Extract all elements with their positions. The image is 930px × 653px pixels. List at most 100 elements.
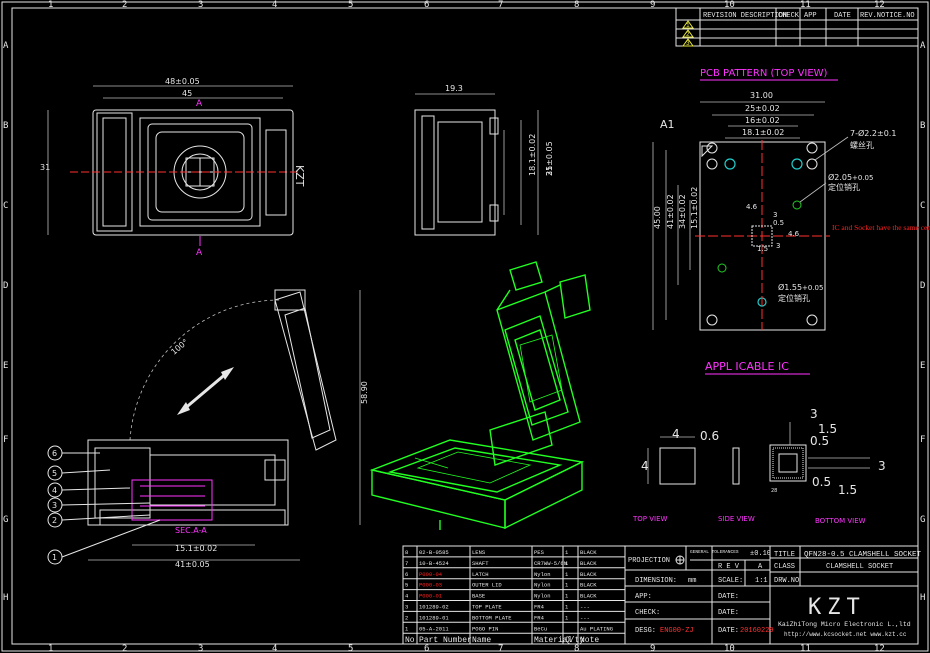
balloon-6: 6 [52, 449, 57, 458]
bom-cell-name: POGO PIN [472, 625, 498, 632]
bom-header: Name [472, 636, 491, 645]
tb-scale-value: 1:1 [755, 577, 768, 585]
grid-row-label: H [3, 593, 8, 603]
grid-col-label: 3 [198, 0, 203, 10]
grid-col-label: 4 [272, 0, 277, 10]
bom-cell-no: 7 [405, 560, 408, 567]
side-dim-3: 31 [545, 166, 554, 176]
section-marker-top: A [196, 99, 203, 109]
bom-cell-part: 10-B-4524 [419, 560, 449, 567]
grid-col-label: 7 [498, 0, 503, 10]
bom-cell-part: P000-01 [419, 593, 443, 600]
bom-cell-note: --- [580, 604, 590, 611]
tb-company: KaiZhiTong Micro Electronic L.,ltd [778, 621, 911, 628]
pcb-hole-3-cn: 定位销孔 [778, 293, 810, 303]
tb-logo: KZT [808, 595, 866, 620]
balloons: 6 5 4 3 2 1 [47, 445, 161, 565]
grid-col-label: 11 [800, 644, 811, 653]
isometric-3d-view [369, 261, 591, 530]
grid-col-label: 10 [724, 644, 735, 653]
bom-cell-mat: FR4 [534, 604, 545, 611]
bom-cell-name: TOP PLATE [472, 604, 502, 611]
grid-col-label: 12 [874, 644, 885, 653]
tb-general-tol: GENERAL TOLERANCES [690, 549, 739, 555]
pcb-hole-3: Ø1.55 [778, 282, 802, 292]
bom-cell-note: --- [580, 614, 590, 621]
grid-col-label: 8 [574, 644, 579, 653]
socket-side-view: 19.3 18.1±0.02 25±0.05 31 [414, 84, 554, 236]
pcb-hole-2-tol: +0.05 [852, 174, 873, 182]
grid-row-label: D [920, 281, 925, 291]
bom-cell-qty: 1 [565, 593, 569, 600]
pcb-hole-1-cn: 螺丝孔 [850, 140, 874, 150]
grid-row-label: H [920, 593, 925, 603]
bom-cell-note: Au PLATING [580, 625, 613, 632]
rev-marker-3: 3 [686, 40, 690, 47]
ic-label-bottom: BOTTOM VIEW [815, 517, 866, 525]
revision-table: REVISION DESCRIPTION CHECK APP DATE REV.… [675, 7, 919, 47]
tb-scale-label: SCALE: [718, 577, 743, 585]
ic-label-side: SIDE VIEW [718, 515, 755, 523]
pcb-center-note: IC and Socket have the same center [832, 223, 930, 232]
bom-cell-note: BLACK [580, 593, 597, 600]
bom-cell-note: BLACK [580, 571, 597, 578]
bom-cell-mat: PES [534, 549, 545, 556]
grid-row-label: B [3, 121, 8, 131]
section-dim-2: 41±0.05 [175, 560, 210, 569]
bom-cell-mat: CR7WW-5/6N [534, 560, 567, 567]
grid-col-label: 6 [424, 0, 429, 10]
bom-cell-name: LENS [472, 549, 486, 556]
grid-columns-bottom: 1 2 3 4 5 6 7 8 9 10 11 12 [48, 644, 885, 653]
grid-col-label: 7 [498, 644, 503, 653]
grid-row-label: G [3, 515, 8, 525]
bom-cell-mat: Nylon [534, 582, 551, 589]
top-logo: KZT [293, 165, 306, 187]
grid-col-label: 9 [650, 0, 655, 10]
bom-cell-no: 6 [405, 571, 408, 578]
ic-title: APPL ICABLE IC [705, 360, 789, 373]
ic-bottom-dim-3: 3 [878, 459, 886, 473]
grid-col-label: 1 [48, 0, 53, 10]
cad-drawing: 1 2 3 4 5 6 7 8 9 10 11 12 1 2 3 4 5 6 7… [1, 0, 930, 653]
bom-cell-no: 8 [405, 549, 408, 556]
ic-side-dim: 0.6 [700, 429, 719, 443]
pcb-hole-2-cn: 定位销孔 [828, 182, 860, 192]
tb-app-label: APP: [635, 593, 652, 601]
balloon-5: 5 [52, 469, 57, 478]
pcb-hole-2: Ø2.05 [828, 172, 852, 182]
bom-table: 8 02-B-0585 LENS PES 1 BLACK 7 10-B-4524 SHAFT CR… [402, 545, 626, 645]
bom-cell-name: SHAFT [472, 560, 489, 567]
pcb-dim-top-3: 18.1±0.02 [742, 128, 784, 137]
grid-col-label: 5 [348, 0, 353, 10]
tb-class-value: CLAMSHELL SOCKET [826, 563, 893, 571]
pcb-dim-top-2: 16±0.02 [745, 116, 780, 125]
side-width: 19.3 [445, 84, 463, 93]
balloon-4: 4 [52, 486, 57, 495]
grid-row-label: E [920, 361, 925, 371]
tb-drw-label: DRW.NO [774, 577, 799, 585]
section-label: SEC.A-A [175, 526, 207, 535]
bom-cell-mat: Nylon [534, 593, 551, 600]
ic-label-top: TOP VIEW [632, 515, 668, 523]
pcb-hole-3-tol: +0.05 [802, 284, 823, 292]
grid-col-label: 2 [122, 0, 127, 10]
tb-check-label: CHECK: [635, 609, 660, 617]
section-dim-1: 15.1±0.02 [175, 544, 217, 553]
bom-cell-qty: 1 [565, 614, 569, 621]
rev-header-notice: REV.NOTICE.NO [860, 12, 915, 20]
bom-cell-mat: Nylon [534, 571, 551, 578]
bom-cell-note: BLACK [580, 560, 597, 567]
rev-header-desc: REVISION DESCRIPTION [703, 12, 787, 20]
grid-row-label: F [920, 435, 925, 445]
pcb-dim-left-0: 45.00 [653, 206, 662, 229]
bom-cell-part: P000-03 [419, 582, 442, 589]
grid-row-label: C [3, 201, 8, 211]
bom-cell-part: P000-04 [419, 571, 443, 578]
pcb-center-dim-2: 0.5 [773, 219, 784, 227]
grid-row-label: G [920, 515, 925, 525]
tb-date3: DATE: [718, 627, 739, 635]
tb-date3-value: 20160229 [740, 627, 774, 635]
tb-projection: PROJECTION [628, 557, 670, 565]
pcb-dim-left-3: 15.1±0.02 [690, 187, 699, 229]
bom-cell-note: BLACK [580, 549, 597, 556]
